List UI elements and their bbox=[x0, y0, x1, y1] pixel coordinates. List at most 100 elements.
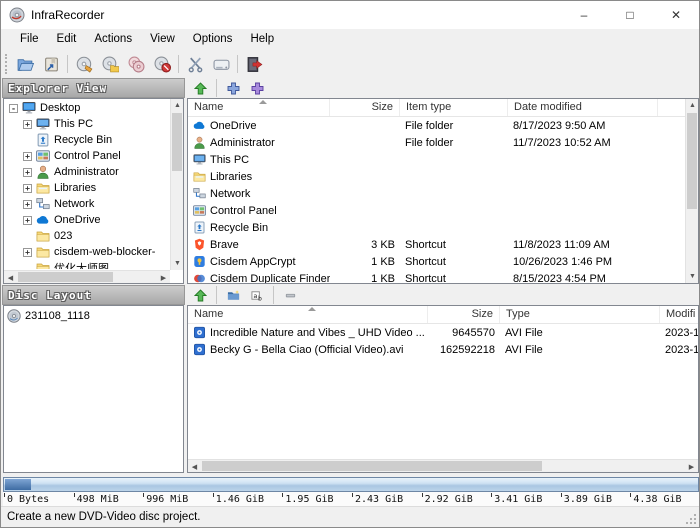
tree-item-libraries[interactable]: + Libraries bbox=[5, 180, 169, 196]
file-name[interactable]: Control Panel bbox=[210, 205, 277, 217]
scroll-right-icon[interactable]: ▶ bbox=[157, 271, 170, 283]
menu-edit[interactable]: Edit bbox=[48, 29, 86, 51]
file-name[interactable]: Recycle Bin bbox=[210, 222, 268, 234]
remove-button[interactable] bbox=[279, 286, 301, 305]
scroll-down-icon[interactable]: ▼ bbox=[686, 270, 698, 283]
save-project-button[interactable] bbox=[38, 53, 64, 75]
open-project-button[interactable] bbox=[12, 53, 38, 75]
scroll-up-icon[interactable]: ▲ bbox=[171, 99, 183, 112]
copy-disc-button[interactable] bbox=[123, 53, 149, 75]
tree-item-desktop[interactable]: - Desktop bbox=[5, 100, 169, 116]
go-up-button[interactable] bbox=[189, 79, 211, 98]
expand-icon[interactable]: + bbox=[23, 215, 32, 225]
tools-button[interactable] bbox=[182, 53, 208, 75]
device-button[interactable] bbox=[208, 53, 234, 75]
scrollbar-thumb[interactable] bbox=[202, 461, 542, 471]
tree-item-label[interactable]: Desktop bbox=[40, 102, 80, 114]
tree-horizontal-scrollbar[interactable]: ◀ ▶ bbox=[4, 270, 170, 283]
expand-icon[interactable]: + bbox=[23, 247, 32, 257]
tree-item-administrator[interactable]: + Administrator bbox=[5, 164, 169, 180]
file-name[interactable]: OneDrive bbox=[210, 120, 256, 132]
burn-image-button[interactable] bbox=[97, 53, 123, 75]
scrollbar-thumb[interactable] bbox=[687, 113, 697, 209]
tree-item-cisdem-web-blocker-[interactable]: + cisdem-web-blocker- bbox=[5, 244, 169, 260]
column-header-size[interactable]: Size bbox=[428, 306, 500, 323]
file-name[interactable]: Brave bbox=[210, 239, 239, 251]
tree-item-023[interactable]: 023 bbox=[5, 228, 169, 244]
expand-icon[interactable]: + bbox=[23, 151, 32, 161]
tree-item-label[interactable]: This PC bbox=[54, 118, 93, 130]
column-header-name[interactable]: Name bbox=[188, 306, 428, 323]
scrollbar-thumb[interactable] bbox=[18, 272, 113, 282]
tree-item-label[interactable]: Control Panel bbox=[54, 150, 121, 162]
table-row[interactable]: Brave 3 KB Shortcut 11/8/2023 11:09 AM bbox=[188, 236, 685, 253]
column-header-type[interactable]: Type bbox=[500, 306, 660, 323]
add-selected-button[interactable] bbox=[222, 79, 244, 98]
table-row[interactable]: Network bbox=[188, 185, 685, 202]
table-row[interactable]: OneDrive File folder 8/17/2023 9:50 AM bbox=[188, 117, 685, 134]
scrollbar-thumb[interactable] bbox=[172, 113, 182, 171]
close-button[interactable]: ✕ bbox=[653, 1, 699, 29]
scroll-right-icon[interactable]: ▶ bbox=[685, 460, 698, 472]
menu-options[interactable]: Options bbox=[184, 29, 242, 51]
rename-button[interactable]: ab bbox=[246, 286, 268, 305]
menu-help[interactable]: Help bbox=[241, 29, 283, 51]
tree-item-label[interactable]: Network bbox=[54, 198, 94, 210]
manage-tracks-button[interactable] bbox=[149, 53, 175, 75]
disc-horizontal-scrollbar[interactable]: ◀ ▶ bbox=[188, 459, 698, 472]
tree-item-network[interactable]: + Network bbox=[5, 196, 169, 212]
collapse-icon[interactable]: - bbox=[9, 103, 18, 113]
column-header-modifi[interactable]: Modifi bbox=[660, 306, 698, 323]
tree-item-this-pc[interactable]: + This PC bbox=[5, 116, 169, 132]
column-header-date-modified[interactable]: Date modified bbox=[508, 99, 658, 116]
tree-vertical-scrollbar[interactable]: ▲ ▼ bbox=[170, 99, 183, 270]
tree-item-label[interactable]: 023 bbox=[54, 230, 72, 242]
file-name[interactable]: Libraries bbox=[210, 171, 252, 183]
add-all-button[interactable] bbox=[246, 79, 268, 98]
column-header-size[interactable]: Size bbox=[330, 99, 400, 116]
tree-item-label[interactable]: Libraries bbox=[54, 182, 96, 194]
exit-button[interactable] bbox=[241, 53, 267, 75]
menu-file[interactable]: File bbox=[11, 29, 48, 51]
tree-item-label[interactable]: Administrator bbox=[54, 166, 119, 178]
table-row[interactable]: Becky G - Bella Ciao (Official Video).av… bbox=[188, 341, 698, 358]
file-name[interactable]: Cisdem AppCrypt bbox=[210, 256, 296, 268]
file-name[interactable]: Administrator bbox=[210, 137, 275, 149]
file-name[interactable]: This PC bbox=[210, 154, 249, 166]
expand-icon[interactable]: + bbox=[23, 167, 32, 177]
scroll-down-icon[interactable]: ▼ bbox=[171, 257, 183, 270]
tree-item-control-panel[interactable]: + Control Panel bbox=[5, 148, 169, 164]
new-folder-button[interactable] bbox=[222, 286, 244, 305]
go-up-button[interactable] bbox=[189, 286, 211, 305]
file-name[interactable]: Becky G - Bella Ciao (Official Video).av… bbox=[210, 344, 403, 356]
tree-item--[interactable]: 优化大师图 bbox=[5, 260, 169, 269]
scroll-up-icon[interactable]: ▲ bbox=[686, 99, 698, 112]
table-row[interactable]: Libraries bbox=[188, 168, 685, 185]
disc-label[interactable]: 231108_1118 bbox=[25, 310, 90, 322]
tree-item-label[interactable]: 优化大师图 bbox=[54, 260, 109, 269]
table-row[interactable]: Incredible Nature and Vibes _ UHD Video … bbox=[188, 324, 698, 341]
file-name[interactable]: Cisdem Duplicate Finder bbox=[210, 273, 330, 284]
scroll-left-icon[interactable]: ◀ bbox=[188, 460, 201, 472]
table-row[interactable]: Cisdem AppCrypt 1 KB Shortcut 10/26/2023 1:… bbox=[188, 253, 685, 270]
file-name[interactable]: Incredible Nature and Vibes _ UHD Video … bbox=[210, 327, 425, 339]
table-row[interactable]: Recycle Bin bbox=[188, 219, 685, 236]
table-row[interactable]: This PC bbox=[188, 151, 685, 168]
tree-item-onedrive[interactable]: + OneDrive bbox=[5, 212, 169, 228]
table-row[interactable]: Control Panel bbox=[188, 202, 685, 219]
tree-item-recycle-bin[interactable]: Recycle Bin bbox=[5, 132, 169, 148]
tree-item-label[interactable]: OneDrive bbox=[54, 214, 100, 226]
expand-icon[interactable]: + bbox=[23, 199, 32, 209]
file-name[interactable]: Network bbox=[210, 188, 250, 200]
scroll-left-icon[interactable]: ◀ bbox=[4, 271, 17, 283]
list-vertical-scrollbar[interactable]: ▲ ▼ bbox=[685, 99, 698, 283]
expand-icon[interactable]: + bbox=[23, 119, 32, 129]
expand-icon[interactable]: + bbox=[23, 183, 32, 193]
minimize-button[interactable]: – bbox=[561, 1, 607, 29]
burn-compilation-button[interactable] bbox=[71, 53, 97, 75]
column-header-name[interactable]: Name bbox=[188, 99, 330, 116]
column-header-item-type[interactable]: Item type bbox=[400, 99, 508, 116]
menu-view[interactable]: View bbox=[141, 29, 184, 51]
menu-actions[interactable]: Actions bbox=[85, 29, 141, 51]
disc-root-item[interactable]: 231108_1118 bbox=[4, 306, 183, 326]
